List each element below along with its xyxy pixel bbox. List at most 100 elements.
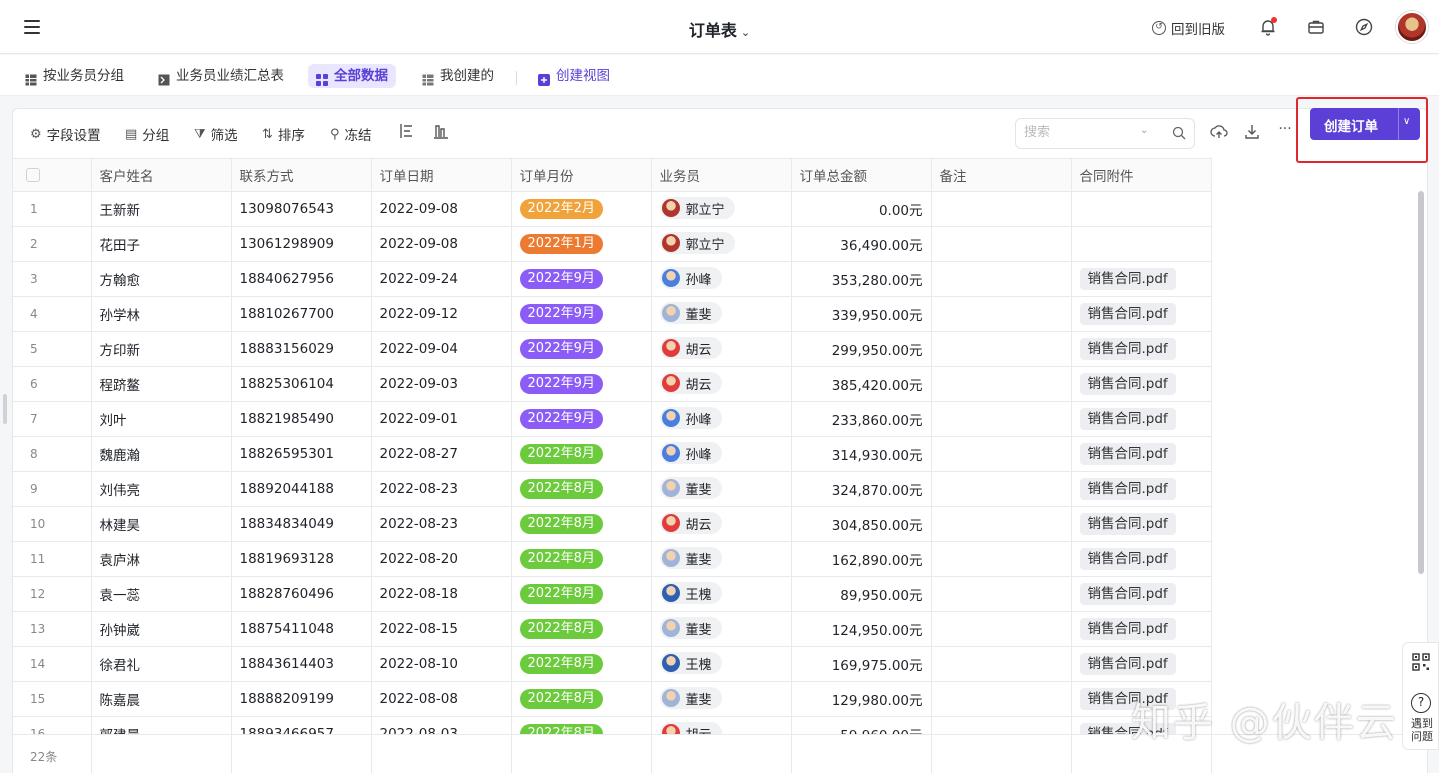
sales-rep-cell[interactable]: 胡云: [651, 506, 792, 542]
note-cell[interactable]: [931, 401, 1072, 437]
order-date-cell[interactable]: 2022-08-18: [371, 576, 512, 612]
create-order-button[interactable]: 创建订单 ∨: [1310, 108, 1420, 140]
order-date-cell[interactable]: 2022-09-24: [371, 261, 512, 297]
tab-all-data[interactable]: 全部数据: [308, 64, 396, 88]
row-index[interactable]: 1: [13, 191, 92, 227]
customer-name-cell[interactable]: 刘伟亮: [91, 471, 232, 507]
order-date-cell[interactable]: 2022-08-10: [371, 646, 512, 682]
attachment-file[interactable]: 销售合同.pdf: [1079, 513, 1176, 535]
attachment-file[interactable]: 销售合同.pdf: [1079, 478, 1176, 500]
phone-cell[interactable]: 18875411048: [231, 611, 372, 647]
attachment-cell[interactable]: 销售合同.pdf: [1071, 331, 1212, 367]
chevron-down-icon[interactable]: ⌄: [1140, 125, 1148, 136]
row-index[interactable]: 6: [13, 366, 92, 402]
column-header[interactable]: 合同附件: [1071, 158, 1212, 192]
attachment-cell[interactable]: 销售合同.pdf: [1071, 296, 1212, 332]
sales-rep-cell[interactable]: 郭立宁: [651, 226, 792, 262]
row-height-icon[interactable]: [396, 123, 416, 143]
sales-rep-cell[interactable]: 王槐: [651, 646, 792, 682]
attachment-cell[interactable]: 销售合同.pdf: [1071, 401, 1212, 437]
order-amount-cell[interactable]: 385,420.00元: [791, 366, 932, 402]
freeze-button[interactable]: ⚲ 冻结: [330, 124, 372, 145]
column-header[interactable]: 备注: [931, 158, 1072, 192]
order-date-cell[interactable]: 2022-09-08: [371, 226, 512, 262]
table-row[interactable]: 8 魏鹿瀚 18826595301 2022-08-27 2022年8月 孙峰 314,93…: [13, 436, 1212, 472]
note-cell[interactable]: [931, 366, 1072, 402]
select-all-checkbox[interactable]: [26, 168, 40, 182]
order-amount-cell[interactable]: 339,950.00元: [791, 296, 932, 332]
table-row[interactable]: 10 林建昊 18834834049 2022-08-23 2022年8月 胡云 304,8…: [13, 506, 1212, 542]
order-month-cell[interactable]: 2022年9月: [511, 296, 652, 332]
sidebar-resize-handle[interactable]: [3, 394, 7, 424]
phone-cell[interactable]: 18892044188: [231, 471, 372, 507]
customer-name-cell[interactable]: 方印新: [91, 331, 232, 367]
attachment-cell[interactable]: 销售合同.pdf: [1071, 261, 1212, 297]
field-settings-button[interactable]: ⚙ 字段设置: [30, 124, 101, 145]
table-row[interactable]: 15 陈嘉晨 18888209199 2022-08-08 2022年8月 董斐 129,9…: [13, 681, 1212, 717]
note-cell[interactable]: [931, 646, 1072, 682]
table-row[interactable]: 1 王新新 13098076543 2022-09-08 2022年2月 郭立宁 0.00元: [13, 191, 1212, 227]
filter-button[interactable]: ⧩ 筛选: [194, 124, 238, 145]
download-icon[interactable]: [1242, 123, 1262, 143]
row-index[interactable]: 13: [13, 611, 92, 647]
attachment-file[interactable]: 销售合同.pdf: [1079, 338, 1176, 360]
row-index[interactable]: 9: [13, 471, 92, 507]
table-row[interactable]: 13 孙钟崴 18875411048 2022-08-15 2022年8月 董斐 124,9…: [13, 611, 1212, 647]
table-row[interactable]: 12 袁一蕊 18828760496 2022-08-18 2022年8月 王槐 89,95…: [13, 576, 1212, 612]
sales-rep-cell[interactable]: 郭立宁: [651, 191, 792, 227]
attachment-cell[interactable]: [1071, 226, 1212, 262]
order-amount-cell[interactable]: 129,980.00元: [791, 681, 932, 717]
sort-button[interactable]: ⇅ 排序: [262, 124, 305, 145]
compass-icon[interactable]: [1354, 17, 1374, 37]
sales-rep-cell[interactable]: 董斐: [651, 541, 792, 577]
help-label[interactable]: 遇到问题: [1407, 717, 1437, 743]
note-cell[interactable]: [931, 191, 1072, 227]
table-row[interactable]: 2 花田子 13061298909 2022-09-08 2022年1月 郭立宁 36,49…: [13, 226, 1212, 262]
group-button[interactable]: ▤ 分组: [125, 124, 169, 145]
table-row[interactable]: 7 刘叶 18821985490 2022-09-01 2022年9月 孙峰 233,860…: [13, 401, 1212, 437]
attachment-file[interactable]: 销售合同.pdf: [1079, 268, 1176, 290]
row-index[interactable]: 3: [13, 261, 92, 297]
attachment-file[interactable]: 销售合同.pdf: [1079, 443, 1176, 465]
attachment-cell[interactable]: 销售合同.pdf: [1071, 646, 1212, 682]
attachment-file[interactable]: 销售合同.pdf: [1079, 653, 1176, 675]
note-cell[interactable]: [931, 226, 1072, 262]
customer-name-cell[interactable]: 袁庐淋: [91, 541, 232, 577]
customer-name-cell[interactable]: 花田子: [91, 226, 232, 262]
sales-rep-cell[interactable]: 孙峰: [651, 401, 792, 437]
order-month-cell[interactable]: 2022年8月: [511, 541, 652, 577]
sales-rep-cell[interactable]: 胡云: [651, 366, 792, 402]
attachment-file[interactable]: 销售合同.pdf: [1079, 618, 1176, 640]
order-date-cell[interactable]: 2022-09-08: [371, 191, 512, 227]
phone-cell[interactable]: 18821985490: [231, 401, 372, 437]
table-row[interactable]: 9 刘伟亮 18892044188 2022-08-23 2022年8月 董斐 324,87…: [13, 471, 1212, 507]
attachment-cell[interactable]: 销售合同.pdf: [1071, 506, 1212, 542]
attachment-cell[interactable]: 销售合同.pdf: [1071, 436, 1212, 472]
attachment-file[interactable]: 销售合同.pdf: [1079, 373, 1176, 395]
order-date-cell[interactable]: 2022-09-01: [371, 401, 512, 437]
attachment-cell[interactable]: 销售合同.pdf: [1071, 611, 1212, 647]
order-month-cell[interactable]: 2022年8月: [511, 681, 652, 717]
row-index[interactable]: 15: [13, 681, 92, 717]
more-icon[interactable]: ···: [1275, 121, 1295, 141]
sales-rep-cell[interactable]: 董斐: [651, 471, 792, 507]
search-icon[interactable]: [1172, 126, 1186, 140]
order-amount-cell[interactable]: 324,870.00元: [791, 471, 932, 507]
sales-rep-cell[interactable]: 胡云: [651, 331, 792, 367]
table-row[interactable]: 4 孙学林 18810267700 2022-09-12 2022年9月 董斐 339,95…: [13, 296, 1212, 332]
order-amount-cell[interactable]: 36,490.00元: [791, 226, 932, 262]
order-amount-cell[interactable]: 299,950.00元: [791, 331, 932, 367]
order-month-cell[interactable]: 2022年8月: [511, 506, 652, 542]
note-cell[interactable]: [931, 681, 1072, 717]
table-row[interactable]: 14 徐君礼 18843614403 2022-08-10 2022年8月 王槐 169,9…: [13, 646, 1212, 682]
order-date-cell[interactable]: 2022-08-27: [371, 436, 512, 472]
sales-rep-cell[interactable]: 王槐: [651, 576, 792, 612]
note-cell[interactable]: [931, 506, 1072, 542]
row-index[interactable]: 8: [13, 436, 92, 472]
phone-cell[interactable]: 13098076543: [231, 191, 372, 227]
create-view-button[interactable]: 创建视图: [530, 64, 618, 88]
vertical-scrollbar[interactable]: [1418, 191, 1424, 574]
bell-icon[interactable]: [1258, 17, 1278, 37]
order-date-cell[interactable]: 2022-08-15: [371, 611, 512, 647]
sales-rep-cell[interactable]: 孙峰: [651, 261, 792, 297]
